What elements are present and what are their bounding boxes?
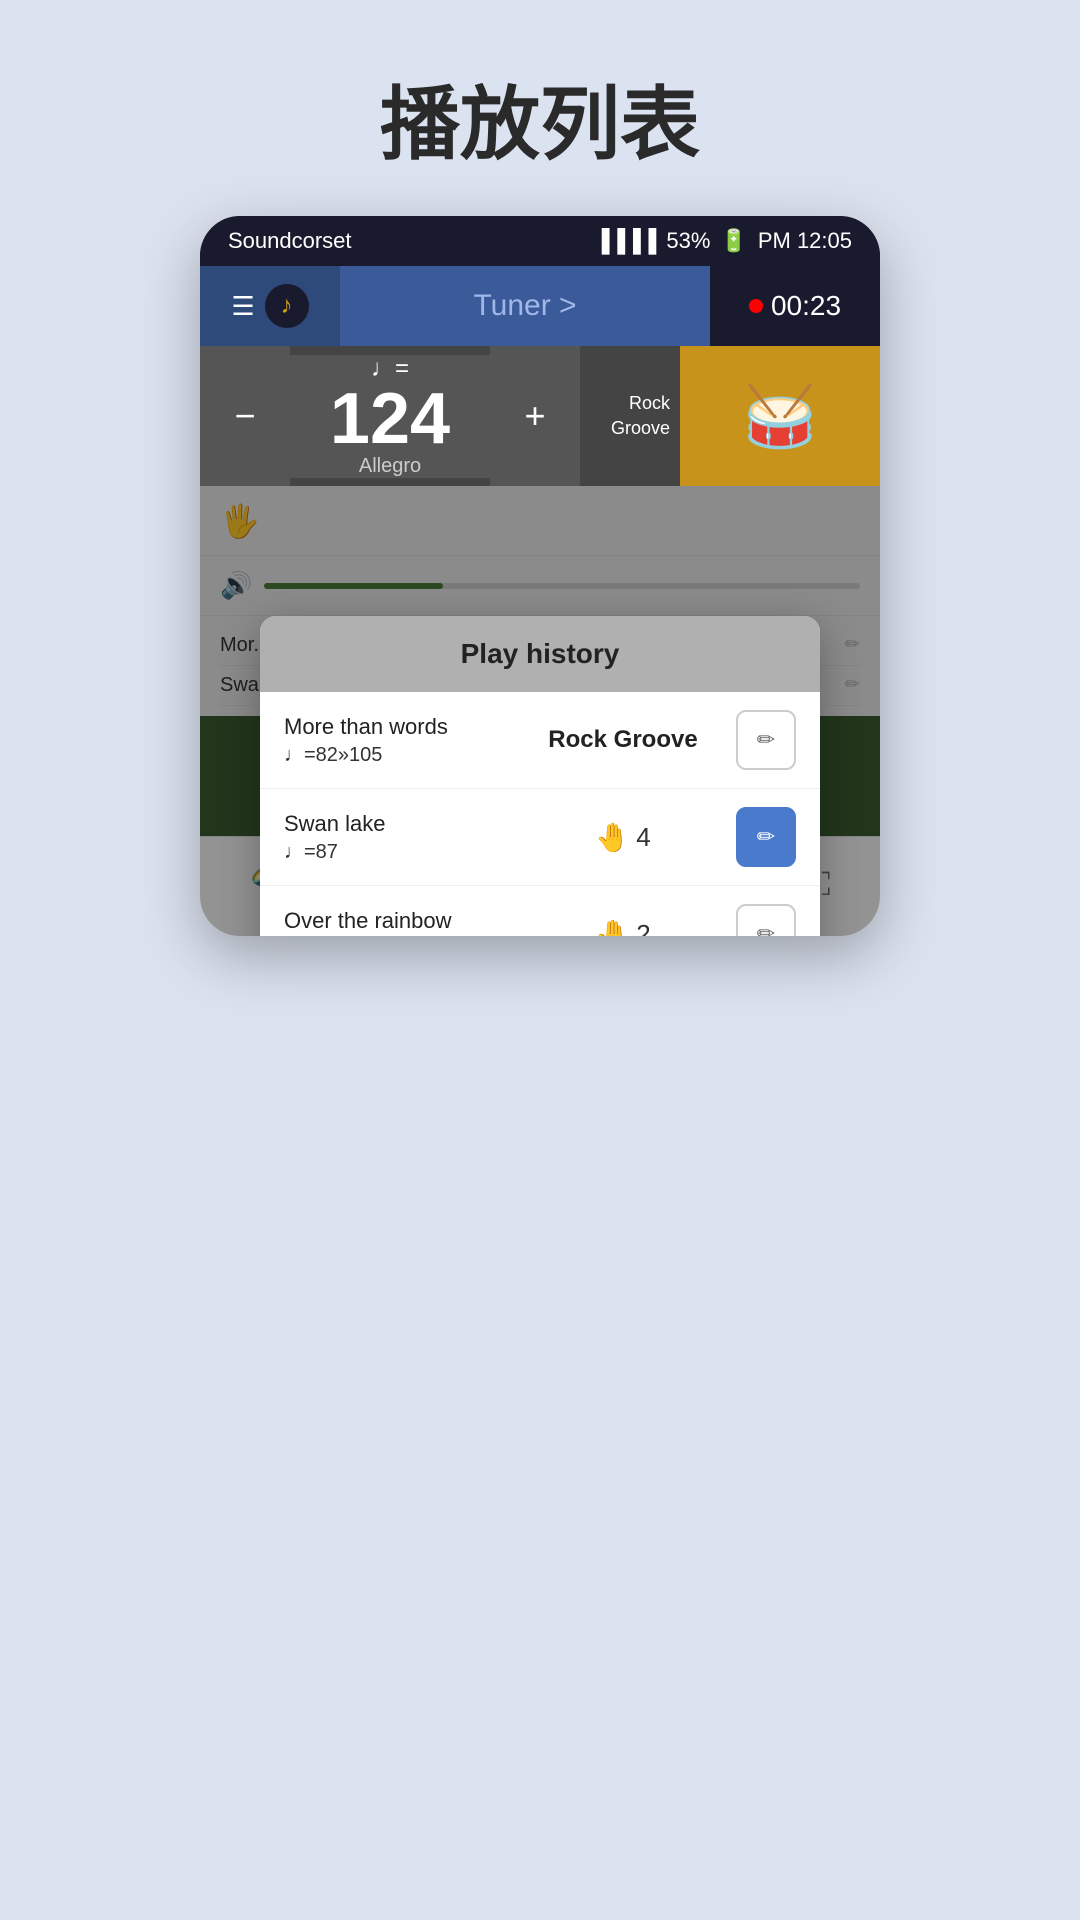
song-name-2: Swan lake [284, 811, 510, 837]
battery-percent: 53% [666, 228, 710, 254]
timer-display: 00:23 [710, 266, 880, 346]
song-info-2: Swan lake ♩=87 [284, 811, 510, 864]
beat-num-3: 2 [636, 919, 650, 937]
song-name-3: Over the rainbow [284, 908, 510, 934]
drum-pattern-button[interactable]: 🥁 [680, 346, 880, 486]
pencil-icon-1: ✏ [757, 727, 775, 753]
song-beat-3: 🤚 2 [510, 918, 736, 937]
modal-header: Play history [260, 616, 820, 692]
song-beat-2: 🤚 4 [510, 821, 736, 854]
drum-icon: 🥁 [743, 381, 818, 452]
status-time: PM 12:05 [758, 228, 852, 254]
page-title: 播放列表 [0, 0, 1080, 216]
bpm-display: ♩= 124 Allegro [290, 355, 490, 478]
bpm-value: 124 [330, 383, 450, 455]
tuner-label: Tuner > [473, 289, 576, 323]
bpm-plus-button[interactable]: + [490, 346, 580, 486]
tuner-button[interactable]: Tuner > [340, 266, 710, 346]
hamburger-icon: ☰ [231, 291, 254, 322]
signal-icon: ▐▐▐▐ [594, 228, 656, 254]
pencil-icon-3: ✏ [757, 921, 775, 936]
modal-row-2[interactable]: Swan lake ♩=87 🤚 4 ✏ [260, 789, 820, 886]
plus-icon: + [524, 395, 545, 437]
style-label: Rock Groove [580, 346, 680, 486]
timer-value: 00:23 [771, 290, 841, 322]
edit-button-3[interactable]: ✏ [736, 904, 796, 936]
modal-title: Play history [461, 638, 620, 669]
beat-num-2: 4 [636, 822, 650, 853]
phone-frame: Soundcorset ▐▐▐▐ 53% 🔋 PM 12:05 ☰ Tuner … [200, 216, 880, 936]
music-note-icon [265, 284, 309, 328]
bottom-space [0, 936, 1080, 1136]
song-info-1: More than words ♩=82»105 [284, 714, 510, 767]
modal-overlay: Play history More than words ♩=82»105 Ro… [200, 486, 880, 936]
edit-button-1[interactable]: ✏ [736, 710, 796, 770]
song-name-1: More than words [284, 714, 510, 740]
pencil-icon-2: ✏ [757, 824, 775, 850]
modal-row-3[interactable]: Over the rainbow ♩=72 🤚 2 ✏ [260, 886, 820, 936]
status-bar: Soundcorset ▐▐▐▐ 53% 🔋 PM 12:05 [200, 216, 880, 266]
status-right: ▐▐▐▐ 53% 🔋 PM 12:05 [594, 228, 852, 254]
app-name: Soundcorset [228, 228, 352, 254]
app-body: 🖐 🔊 Mor... ♩=8... ✏ Swa... ♩=8... ✏ [200, 486, 880, 936]
top-toolbar: ☰ Tuner > 00:23 [200, 266, 880, 346]
bpm-minus-button[interactable]: − [200, 346, 290, 486]
metronome-section: − ♩= 124 Allegro + Rock Groove 🥁 [200, 346, 880, 486]
battery-icon: 🔋 [720, 228, 747, 254]
rec-dot [749, 299, 763, 313]
edit-button-2[interactable]: ✏ [736, 807, 796, 867]
play-history-modal: Play history More than words ♩=82»105 Ro… [260, 616, 820, 936]
metro-left: − ♩= 124 Allegro + [200, 346, 580, 486]
beat-hand-2: 🤚 [595, 821, 630, 854]
song-bpm-1: ♩=82»105 [284, 744, 510, 767]
beat-hand-3: 🤚 [595, 918, 630, 937]
minus-icon: − [234, 395, 255, 437]
song-genre-1: Rock Groove [510, 726, 736, 754]
modal-row-1[interactable]: More than words ♩=82»105 Rock Groove ✏ [260, 692, 820, 789]
song-info-3: Over the rainbow ♩=72 [284, 908, 510, 937]
tempo-label: Allegro [359, 455, 421, 478]
song-bpm-2: ♩=87 [284, 841, 510, 864]
modal-list: More than words ♩=82»105 Rock Groove ✏ S… [260, 692, 820, 936]
menu-button[interactable]: ☰ [200, 266, 340, 346]
